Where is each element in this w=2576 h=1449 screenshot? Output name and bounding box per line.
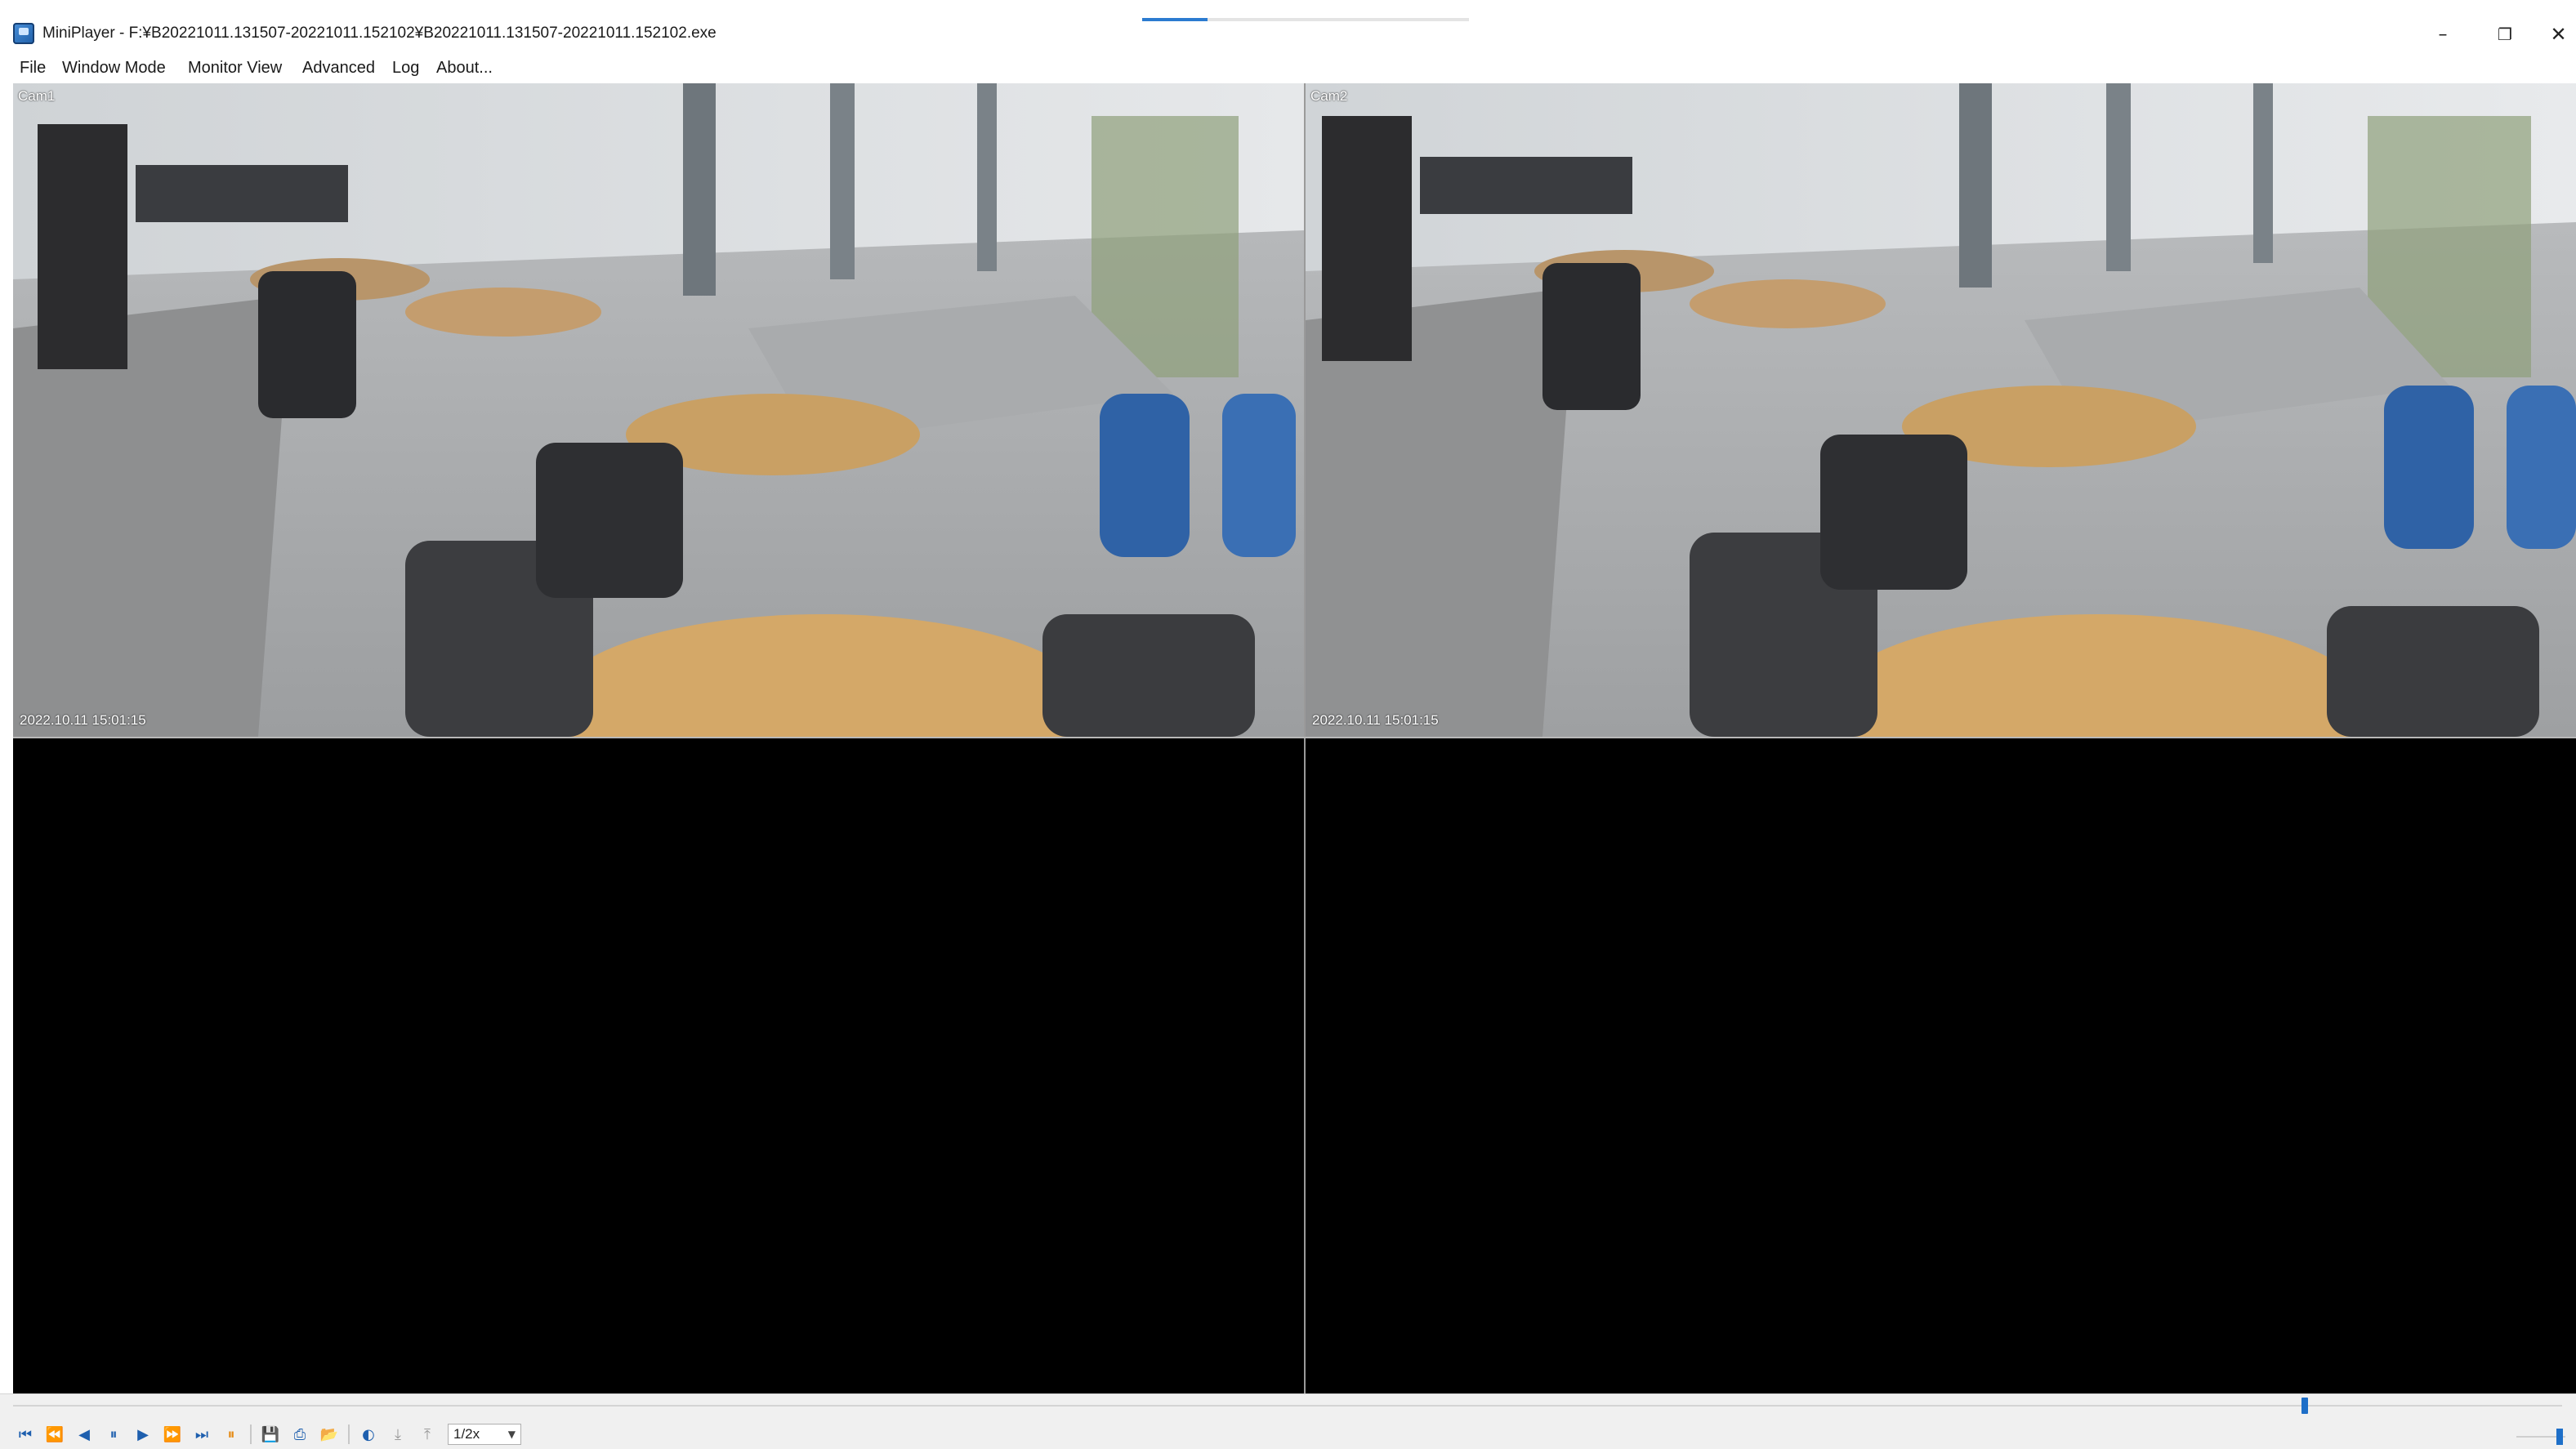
skip-end-icon[interactable]: ⏭: [190, 1423, 214, 1446]
playback-speed-value: 1/2x: [453, 1426, 480, 1442]
title-progress-fill: [1142, 18, 1208, 21]
menu-monitor-view[interactable]: Monitor View: [185, 57, 285, 79]
step-back-icon[interactable]: ◀: [72, 1423, 96, 1446]
camera-timestamp: 2022.10.11 15:01:15: [20, 712, 146, 728]
play-icon[interactable]: ▶: [131, 1423, 155, 1446]
close-button[interactable]: ✕: [2541, 16, 2576, 52]
video-cell-cam2[interactable]: Cam2 2022.10.11 15:01:15: [1306, 83, 2576, 737]
title-progress-indicator: [1142, 18, 1469, 21]
open-folder-icon[interactable]: 📂: [317, 1423, 342, 1446]
video-grid: Cam1 2022.10.11 15:01:15 Cam2 2022.10.11…: [13, 83, 2576, 1393]
timeline-slider[interactable]: [13, 1398, 2562, 1414]
menu-bar: File Window Mode Monitor View Advanced L…: [0, 54, 2576, 83]
menu-about[interactable]: About...: [433, 57, 496, 79]
print-icon[interactable]: ⎙: [288, 1423, 312, 1446]
fast-rewind-icon[interactable]: ⏪: [42, 1423, 67, 1446]
grid-horizontal-divider: [13, 737, 2576, 738]
menu-file[interactable]: File: [16, 57, 49, 79]
volume-thumb[interactable]: [2556, 1429, 2563, 1445]
chevron-down-icon: ▼: [507, 1429, 516, 1440]
fast-forward-icon[interactable]: ⏩: [160, 1423, 185, 1446]
timeline-thumb[interactable]: [2301, 1398, 2308, 1414]
video-cell-empty-3[interactable]: [13, 738, 1304, 1393]
app-icon: [13, 23, 34, 44]
volume-slider[interactable]: [2516, 1429, 2565, 1445]
window-title: MiniPlayer - F:¥B20221011.131507-2022101…: [42, 25, 717, 42]
pause-icon[interactable]: ⏸: [101, 1423, 126, 1446]
video-cell-empty-4[interactable]: [1306, 738, 2576, 1393]
cam1-video-frame: [13, 83, 1304, 737]
menu-log[interactable]: Log: [389, 57, 422, 79]
camera-label: Cam1: [18, 88, 56, 104]
mark-in-icon[interactable]: ⤓: [386, 1423, 410, 1446]
skip-start-icon[interactable]: ⏮: [13, 1423, 38, 1446]
mark-out-icon[interactable]: ⤒: [415, 1423, 440, 1446]
audio-icon[interactable]: ◐: [356, 1423, 381, 1446]
timeline-track: [13, 1405, 2562, 1407]
camera-label: Cam2: [1310, 88, 1348, 104]
menu-window-mode[interactable]: Window Mode: [59, 57, 169, 79]
record-pause-icon[interactable]: ⏸: [219, 1423, 243, 1446]
menu-advanced[interactable]: Advanced: [299, 57, 378, 79]
grid-vertical-divider: [1304, 83, 1306, 1393]
restore-button[interactable]: ❐: [2480, 16, 2529, 52]
cam2-video-frame: [1306, 83, 2576, 737]
title-bar: MiniPlayer - F:¥B20221011.131507-2022101…: [0, 0, 2576, 54]
toolbar-separator: [250, 1424, 252, 1444]
playback-speed-select[interactable]: 1/2x ▼: [448, 1424, 521, 1445]
playback-controls: ⏮ ⏪ ◀ ⏸ ▶ ⏩ ⏭ ⏸ 💾 ⎙ 📂 ◐ ⤓ ⤒ 1/2x ▼: [13, 1422, 521, 1447]
playback-bar: ⏮ ⏪ ◀ ⏸ ▶ ⏩ ⏭ ⏸ 💾 ⎙ 📂 ◐ ⤓ ⤒ 1/2x ▼: [0, 1393, 2576, 1449]
camera-timestamp: 2022.10.11 15:01:15: [1312, 712, 1439, 728]
video-cell-cam1[interactable]: Cam1 2022.10.11 15:01:15: [13, 83, 1304, 737]
save-icon[interactable]: 💾: [258, 1423, 283, 1446]
toolbar-separator: [348, 1424, 350, 1444]
minimize-button[interactable]: –: [2418, 16, 2467, 52]
